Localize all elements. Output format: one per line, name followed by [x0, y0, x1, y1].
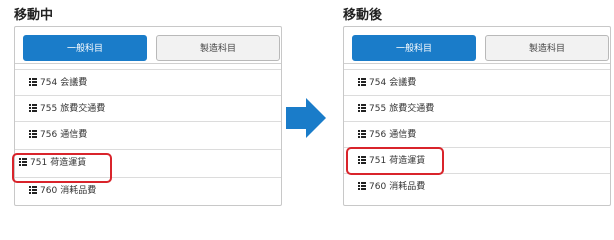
- list-item[interactable]: 751 荷造運賃: [344, 147, 610, 173]
- list-icon: [29, 77, 37, 86]
- tab-manufacturing-accounts[interactable]: 製造科目: [156, 35, 280, 61]
- list-item[interactable]: 754 会議費: [344, 69, 610, 95]
- right-arrow-icon: [286, 98, 326, 138]
- heading-moving: 移動中: [14, 8, 54, 23]
- account-code: 754: [369, 78, 387, 88]
- list-item[interactable]: 755 旅費交通費: [15, 95, 281, 121]
- account-name: 荷造運賃: [50, 158, 87, 168]
- account-code: 760: [40, 186, 58, 196]
- account-name: 旅費交通費: [60, 104, 106, 114]
- account-code: 751: [369, 156, 387, 166]
- list-item[interactable]: 760 消耗品費: [15, 177, 281, 203]
- account-name: 会議費: [389, 78, 417, 88]
- list-item[interactable]: 760 消耗品費: [344, 173, 610, 199]
- list-item[interactable]: 756 通信費: [344, 121, 610, 147]
- tab-general-accounts[interactable]: 一般科目: [352, 35, 476, 61]
- list-item[interactable]: 754 会議費: [15, 69, 281, 95]
- account-code: 755: [369, 104, 387, 114]
- tab-manufacturing-accounts[interactable]: 製造科目: [485, 35, 609, 61]
- heading-after-move: 移動後: [343, 8, 383, 23]
- tab-divider: [344, 63, 610, 64]
- account-name: 消耗品費: [389, 182, 426, 192]
- list-icon: [29, 129, 37, 138]
- account-panel-after: 一般科目 製造科目 754 会議費 755 旅費交通費 756 通信費 751 荷造運賃…: [343, 26, 611, 206]
- tab-divider: [15, 63, 281, 64]
- list-icon: [19, 157, 27, 166]
- account-code: 751: [30, 158, 48, 168]
- tab-general-accounts[interactable]: 一般科目: [23, 35, 147, 61]
- list-icon: [358, 103, 366, 112]
- account-code: 756: [369, 130, 387, 140]
- list-icon: [29, 103, 37, 112]
- account-name: 通信費: [60, 130, 88, 140]
- account-code: 754: [40, 78, 58, 88]
- account-name: 旅費交通費: [389, 104, 435, 114]
- account-name: 荷造運賃: [389, 156, 426, 166]
- account-panel-moving: 一般科目 製造科目 754 会議費 755 旅費交通費 756 通信費 751 荷造運賃…: [14, 26, 282, 206]
- list-icon: [358, 181, 366, 190]
- account-name: 通信費: [389, 130, 417, 140]
- account-code: 756: [40, 130, 58, 140]
- list-icon: [29, 185, 37, 194]
- list-item[interactable]: 755 旅費交通費: [344, 95, 610, 121]
- list-icon: [358, 129, 366, 138]
- list-item[interactable]: 756 通信費: [15, 121, 281, 147]
- tab-bar: 一般科目 製造科目: [23, 35, 281, 63]
- account-code: 755: [40, 104, 58, 114]
- account-name: 消耗品費: [60, 186, 97, 196]
- account-code: 760: [369, 182, 387, 192]
- list-item-dragging[interactable]: 751 荷造運賃: [15, 149, 281, 175]
- tab-bar: 一般科目 製造科目: [352, 35, 610, 63]
- list-icon: [358, 77, 366, 86]
- list-icon: [358, 155, 366, 164]
- account-name: 会議費: [60, 78, 88, 88]
